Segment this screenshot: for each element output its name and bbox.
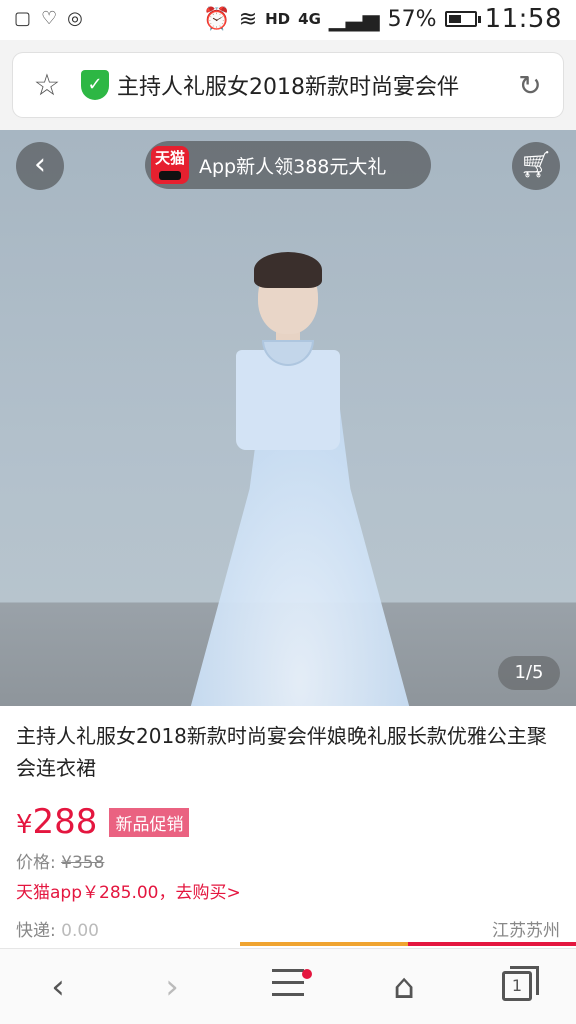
tmall-logo-text: 天猫 xyxy=(154,149,185,167)
original-price-value: ¥358 xyxy=(61,853,105,873)
menu-line xyxy=(272,981,304,984)
wifi-icon: ≋ xyxy=(238,6,258,32)
clock: 11:58 xyxy=(484,4,562,34)
status-bar: ▢ ♡ ◎ ⏰ ≋ HD 4G ▁▃▅ 57% 11:58 xyxy=(0,0,576,40)
notification-icon: ▢ xyxy=(14,8,32,29)
promo-text: App新人领388元大礼 xyxy=(199,155,387,178)
shipping-info: 快递: 0.00 xyxy=(16,916,99,941)
signal-icon: ▁▃▅ xyxy=(328,6,380,32)
chevron-left-icon: ‹ xyxy=(34,147,46,182)
menu-icon[interactable] xyxy=(272,969,304,999)
currency-symbol: ¥ xyxy=(16,810,33,840)
image-pager: 1/5 xyxy=(498,656,560,690)
secure-shield-icon: ✓ xyxy=(81,70,109,100)
status-left-icons: ▢ ♡ ◎ xyxy=(14,8,83,29)
cart-icon: 🛒︎ xyxy=(519,150,553,180)
network-label: HD xyxy=(265,10,291,28)
product-title: 主持人礼服女2018新款时尚宴会伴娘晚礼服长款优雅公主聚会连衣裙 xyxy=(16,724,547,780)
page-title[interactable]: 主持人礼服女2018新款时尚宴会伴 xyxy=(117,69,507,101)
browser-nav-bar: ‹ › ⌂ 1 xyxy=(0,948,576,1024)
nav-forward-button[interactable]: › xyxy=(144,965,200,1009)
tab-count: 1 xyxy=(511,976,523,995)
signal-label: 4G xyxy=(298,10,321,28)
home-button[interactable]: ⌂ xyxy=(376,965,432,1009)
original-price: 价格: ¥358 xyxy=(16,848,104,873)
price-value: 288 xyxy=(32,802,98,842)
product-image-carousel[interactable]: ‹ 天猫 App新人领388元大礼 🛒︎ 1/5 xyxy=(0,130,576,706)
heart-icon: ♡ xyxy=(41,8,58,29)
ship-location: 江苏苏州 xyxy=(492,921,560,941)
tmall-logo: 天猫 xyxy=(151,146,189,184)
promo-tag: 新品促销 xyxy=(109,807,190,837)
progress-segment-1 xyxy=(240,942,408,946)
shipping-label: 快递: xyxy=(16,921,62,941)
home-icon: ⌂ xyxy=(393,967,415,1007)
menu-line xyxy=(272,969,304,972)
battery-icon xyxy=(444,11,481,27)
cart-button[interactable]: 🛒︎ xyxy=(512,142,560,190)
battery-percent: 57% xyxy=(387,6,437,32)
menu-notification-dot xyxy=(302,969,312,979)
app-offer-link[interactable]: 天猫app￥285.00，去购买> xyxy=(16,878,241,903)
nav-back-button[interactable]: ‹ xyxy=(30,965,86,1009)
current-price: ¥288 xyxy=(16,802,97,842)
progress-segment-2 xyxy=(408,942,576,946)
chevron-right-icon: › xyxy=(165,967,179,1007)
battery-fill xyxy=(448,15,461,23)
tmall-logo-face xyxy=(159,171,181,180)
address-bar[interactable]: ☆ ✓ 主持人礼服女2018新款时尚宴会伴 ↻ xyxy=(13,53,563,117)
browser-toolbar: ☆ ✓ 主持人礼服女2018新款时尚宴会伴 ↻ xyxy=(0,40,576,130)
chevron-left-icon: ‹ xyxy=(51,967,65,1007)
back-button[interactable]: ‹ xyxy=(16,142,64,190)
price-row: ¥288 新品促销 xyxy=(16,802,190,842)
status-right: ⏰ ≋ HD 4G ▁▃▅ 57% 11:58 xyxy=(203,4,562,34)
app-promo-banner[interactable]: 天猫 App新人领388元大礼 xyxy=(145,141,431,189)
menu-line xyxy=(272,993,304,996)
refresh-icon[interactable]: ↻ xyxy=(507,69,553,102)
bookmark-star-icon[interactable]: ☆ xyxy=(13,68,81,103)
product-photo-hair xyxy=(254,252,322,288)
sync-icon: ◎ xyxy=(67,8,83,29)
tabs-button[interactable]: 1 xyxy=(502,966,539,1001)
alarm-icon: ⏰ xyxy=(203,6,231,32)
original-price-label: 价格: xyxy=(16,853,62,873)
loading-progress xyxy=(240,942,576,946)
shipping-fee: 0.00 xyxy=(61,921,99,941)
